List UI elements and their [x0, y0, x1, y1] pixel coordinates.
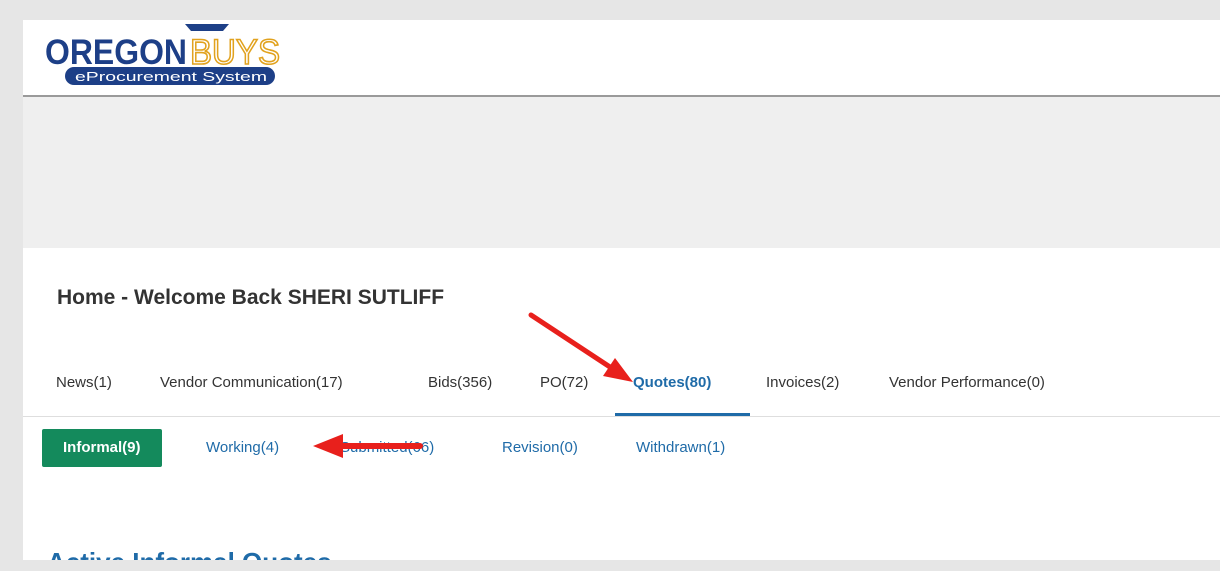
app-window: OREGON BUYS eProcurement System Home - W…	[23, 20, 1220, 560]
tab-po[interactable]: PO(72)	[540, 374, 588, 391]
logo-tagline: eProcurement System	[75, 69, 267, 84]
quotes-sub-tab-bar: Informal(9) Working(4) Submitted(66) Rev…	[23, 427, 1220, 467]
subtab-withdrawn[interactable]: Withdrawn(1)	[636, 439, 725, 456]
tab-vendor-communication[interactable]: Vendor Communication(17)	[160, 374, 343, 391]
subtab-informal[interactable]: Informal(9)	[42, 429, 162, 467]
tab-invoices[interactable]: Invoices(2)	[766, 374, 839, 391]
active-tab-indicator	[615, 413, 750, 416]
page-title: Home - Welcome Back SHERI SUTLIFF	[57, 286, 445, 309]
section-title: Active Informal Quotes	[47, 547, 332, 560]
logo-name-part1: OREGON	[45, 33, 187, 72]
site-header: OREGON BUYS eProcurement System	[23, 20, 1220, 97]
main-tab-bar: News(1) Vendor Communication(17) Bids(35…	[23, 360, 1220, 417]
subtab-revision[interactable]: Revision(0)	[502, 439, 578, 456]
tab-news[interactable]: News(1)	[56, 374, 112, 391]
subtab-submitted[interactable]: Submitted(66)	[340, 439, 434, 456]
oregonbuys-logo[interactable]: OREGON BUYS eProcurement System	[45, 22, 285, 88]
logo-name-part2: BUYS	[190, 33, 280, 72]
tab-quotes[interactable]: Quotes(80)	[633, 374, 711, 391]
tab-bids[interactable]: Bids(356)	[428, 374, 492, 391]
tab-vendor-performance[interactable]: Vendor Performance(0)	[889, 374, 1045, 391]
banner-area	[23, 97, 1220, 248]
subtab-working[interactable]: Working(4)	[206, 439, 279, 456]
